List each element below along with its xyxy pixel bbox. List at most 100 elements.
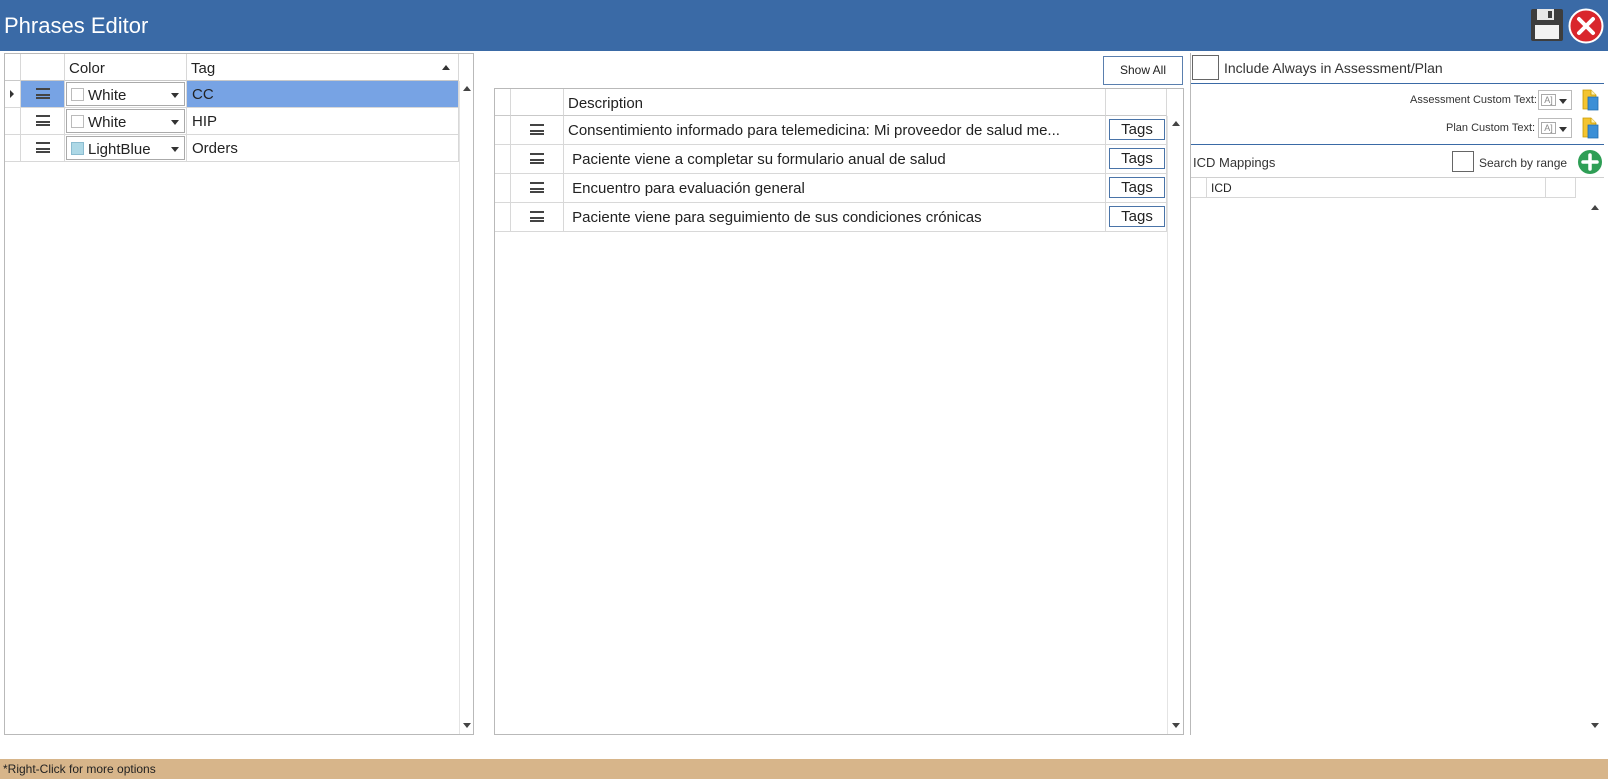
color-swatch [71,88,84,101]
tag-value: Orders [192,140,238,157]
add-icon [1578,150,1602,174]
row-indicator-header [495,89,511,116]
description-cell[interactable]: Paciente viene a completar su formulario… [564,145,1106,173]
add-icd-button[interactable] [1577,149,1603,175]
status-bar: *Right-Click for more options [0,759,1608,779]
tag-row[interactable]: White HIP [5,108,459,135]
sort-ascending-icon [442,65,450,70]
scroll-up-icon[interactable] [463,86,471,91]
extra-column-header [1546,178,1576,198]
chevron-down-icon [171,147,179,152]
include-always-label: Include Always in Assessment/Plan [1224,60,1443,76]
drag-handle-icon [35,88,50,99]
drag-handle-icon [530,211,544,222]
text-format-icon: A] [1541,94,1556,106]
icd-column-header[interactable]: ICD [1207,178,1546,198]
scroll-up-icon[interactable] [1172,121,1180,126]
tags-cell: Tags [1106,145,1167,173]
description-cell[interactable]: Encuentro para evaluación general [564,174,1106,202]
drag-handle[interactable] [511,174,564,202]
drag-handle[interactable] [21,108,65,134]
color-dropdown[interactable]: White [66,109,185,133]
handle-header [21,54,65,81]
row-indicator [5,135,21,161]
tag-value: HIP [192,113,218,130]
assessment-custom-text-dropdown[interactable]: A] [1538,90,1572,110]
scroll-down-icon[interactable] [463,723,471,728]
tag-column-header[interactable]: Tag [187,54,459,81]
tag-cell[interactable]: Orders [187,135,459,161]
scroll-down-icon[interactable] [1591,723,1599,728]
tags-button[interactable]: Tags [1109,206,1165,227]
custom-text-document-icon[interactable] [1580,117,1600,139]
description-column-header[interactable]: Description [564,89,1106,116]
drag-handle[interactable] [21,135,65,161]
include-always-checkbox[interactable] [1192,55,1219,80]
assessment-custom-text-label: Assessment Custom Text: [1410,94,1537,106]
chevron-down-icon [1559,99,1567,104]
drag-handle[interactable] [511,145,564,173]
row-indicator [495,174,511,202]
icd-grid: ICD [1191,177,1604,735]
phrase-row[interactable]: Encuentro para evaluación general Tags [495,174,1167,203]
phrase-description: Paciente viene para seguimiento de sus c… [568,209,982,226]
phrase-row[interactable]: Consentimiento informado para telemedici… [495,116,1167,145]
tags-column-header [1106,89,1167,116]
custom-text-document-icon[interactable] [1580,89,1600,111]
search-by-range-checkbox[interactable] [1452,151,1474,172]
color-dropdown[interactable]: White [66,82,185,106]
plan-custom-text-dropdown[interactable]: A] [1538,118,1572,138]
tags-grid: Color Tag White CC White HIP LightBlue O… [4,53,474,735]
current-row-arrow-icon [10,90,14,98]
close-icon[interactable] [1568,8,1604,44]
title-bar: Phrases Editor [0,0,1608,51]
drag-handle[interactable] [21,81,65,107]
color-value: LightBlue [88,141,151,158]
drag-handle-icon [35,115,50,126]
chevron-down-icon [171,93,179,98]
color-cell[interactable]: White [65,81,187,107]
row-indicator [495,116,511,144]
drag-handle[interactable] [511,203,564,231]
row-indicator-header [5,54,21,81]
tags-cell: Tags [1106,174,1167,202]
description-cell[interactable]: Paciente viene para seguimiento de sus c… [564,203,1106,231]
row-indicator [5,81,21,107]
color-value: White [88,87,127,104]
divider [1191,144,1604,145]
chevron-down-icon [171,120,179,125]
color-column-header[interactable]: Color [65,54,187,81]
tags-button[interactable]: Tags [1109,177,1165,198]
color-swatch [71,142,84,155]
handle-header [511,89,564,116]
tag-row[interactable]: LightBlue Orders [5,135,459,162]
scroll-up-icon[interactable] [1591,205,1599,210]
tag-cell[interactable]: HIP [187,108,459,134]
phrase-description: Paciente viene a completar su formulario… [568,151,946,168]
tag-row[interactable]: White CC [5,81,459,108]
tags-button[interactable]: Tags [1109,148,1165,169]
tags-cell: Tags [1106,203,1167,231]
tags-button[interactable]: Tags [1109,119,1165,140]
show-all-button[interactable]: Show All [1103,56,1183,85]
color-cell[interactable]: White [65,108,187,134]
text-format-icon: A] [1541,122,1556,134]
save-icon[interactable] [1530,8,1564,42]
tags-cell: Tags [1106,116,1167,144]
vertical-scrollbar[interactable] [1588,198,1602,734]
vertical-scrollbar[interactable] [459,81,473,734]
vertical-scrollbar[interactable] [1167,116,1183,734]
phrase-row[interactable]: Paciente viene para seguimiento de sus c… [495,203,1167,232]
drag-handle[interactable] [511,116,564,144]
tag-cell[interactable]: CC [187,81,459,107]
icd-mappings-label: ICD Mappings [1193,155,1276,170]
row-indicator [495,145,511,173]
window-title: Phrases Editor [4,13,149,38]
phrase-row[interactable]: Paciente viene a completar su formulario… [495,145,1167,174]
tag-value: CC [192,86,214,103]
scroll-down-icon[interactable] [1172,723,1180,728]
color-dropdown[interactable]: LightBlue [66,136,185,160]
description-cell[interactable]: Consentimiento informado para telemedici… [564,116,1106,144]
color-cell[interactable]: LightBlue [65,135,187,161]
search-by-range-label: Search by range [1479,156,1568,170]
